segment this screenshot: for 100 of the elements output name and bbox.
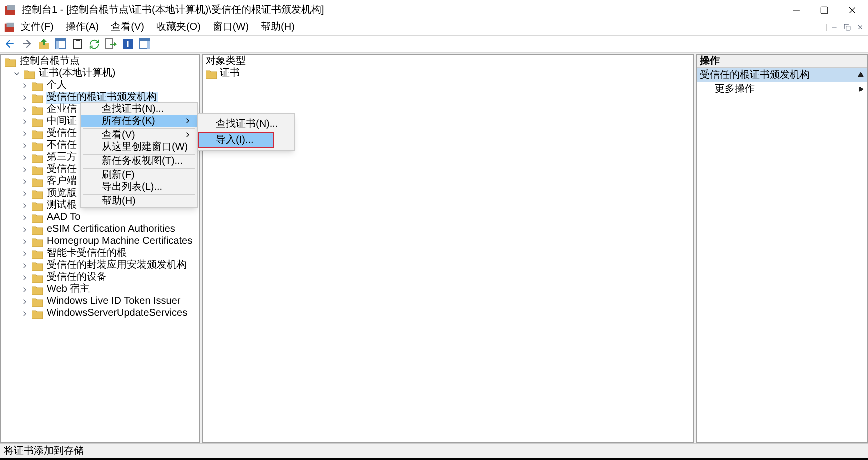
tree-item[interactable]: 不信任: [46, 140, 78, 152]
folder-icon: [32, 82, 43, 90]
list-item[interactable]: 证书: [220, 68, 240, 80]
tree-item[interactable]: 受信任的封装应用安装颁发机构: [46, 260, 188, 272]
back-icon[interactable]: [4, 38, 16, 50]
folder-icon: [32, 190, 43, 198]
folder-icon: [32, 286, 43, 294]
folder-icon: [32, 94, 43, 102]
expand-icon[interactable]: [21, 298, 29, 306]
folder-icon: [5, 58, 16, 66]
tree-item[interactable]: 企业信: [46, 104, 78, 116]
tree-item[interactable]: 测试根: [46, 200, 78, 212]
folder-icon: [32, 154, 43, 162]
tree-pane-icon[interactable]: [55, 38, 67, 50]
window-title: 控制台1 - [控制台根节点\证书(本地计算机)\受信任的根证书颁发机构]: [22, 4, 324, 18]
maximize-icon[interactable]: [820, 6, 829, 14]
status-text: 将证书添加到存储: [4, 444, 84, 458]
folder-icon: [32, 178, 43, 186]
collapse-icon[interactable]: [858, 72, 864, 78]
expand-icon[interactable]: [21, 274, 29, 282]
tree-item[interactable]: 中间证: [46, 116, 78, 128]
folder-icon: [32, 226, 43, 234]
folder-icon: [32, 274, 43, 282]
column-header: 对象类型: [206, 56, 247, 68]
menu-item[interactable]: 查看(V): [81, 129, 197, 141]
tree-item[interactable]: 个人: [46, 80, 68, 92]
clipboard-icon[interactable]: [72, 38, 84, 50]
menu-item[interactable]: 收藏夹(O): [156, 20, 201, 35]
tree-item[interactable]: 受信任的设备: [46, 272, 108, 284]
action-pane-icon[interactable]: [139, 38, 151, 50]
expand-icon[interactable]: [21, 118, 29, 126]
expand-icon[interactable]: [21, 94, 29, 102]
tree-item[interactable]: 控制台根节点: [19, 56, 81, 68]
collapse-icon[interactable]: [13, 70, 21, 78]
folder-icon: [32, 250, 43, 258]
folder-icon: [32, 106, 43, 114]
up-folder-icon[interactable]: [38, 38, 50, 50]
tree-item[interactable]: Web 宿主: [46, 284, 92, 296]
forward-icon[interactable]: [21, 38, 33, 50]
close-icon[interactable]: [847, 4, 858, 16]
folder-icon: [32, 142, 43, 150]
expand-icon[interactable]: [21, 130, 29, 138]
expand-icon[interactable]: [21, 310, 29, 318]
tree-item[interactable]: 证书(本地计算机): [38, 68, 117, 80]
menu-item[interactable]: 查找证书(N)...: [81, 103, 197, 115]
restore-icon[interactable]: [844, 24, 851, 31]
menu-item[interactable]: 操作(A): [66, 20, 100, 35]
folder-icon: [32, 214, 43, 222]
expand-icon[interactable]: [21, 250, 29, 258]
help-icon[interactable]: [122, 38, 134, 50]
expand-icon[interactable]: [21, 214, 29, 222]
menu-item[interactable]: 从这里创建窗口(W): [81, 141, 197, 153]
tree-item[interactable]: 第三方: [46, 152, 78, 164]
menu-item[interactable]: 导出列表(L)...: [81, 181, 197, 193]
folder-icon: [32, 310, 43, 318]
folder-icon: [32, 166, 43, 174]
tree-item[interactable]: AAD To: [46, 212, 82, 224]
menu-item[interactable]: 查找证书(N)...: [198, 116, 294, 132]
expand-icon[interactable]: [21, 82, 29, 90]
expand-icon[interactable]: [21, 106, 29, 114]
tree-item[interactable]: WindowsServerUpdateServices: [46, 308, 189, 320]
expand-icon[interactable]: [21, 154, 29, 162]
expand-icon[interactable]: [21, 238, 29, 246]
tree-item[interactable]: 智能卡受信任的根: [46, 248, 128, 260]
menu-item[interactable]: 导入(I)...: [198, 132, 274, 148]
tree-item[interactable]: Homegroup Machine Certificates: [46, 236, 194, 248]
menu-item[interactable]: 文件(F): [21, 20, 54, 35]
expand-icon[interactable]: [21, 286, 29, 294]
folder-icon: [32, 262, 43, 270]
expand-icon[interactable]: [21, 226, 29, 234]
tree-item[interactable]: Windows Live ID Token Issuer: [46, 296, 182, 308]
menu-item[interactable]: 查看(V): [111, 20, 144, 35]
menu-item[interactable]: 帮助(H): [81, 195, 197, 207]
expand-icon[interactable]: [21, 262, 29, 270]
expand-icon[interactable]: [21, 190, 29, 198]
app-icon: [4, 4, 16, 16]
folder-icon: [32, 202, 43, 210]
menu-item[interactable]: 帮助(H): [261, 20, 295, 35]
action-link[interactable]: 更多操作: [697, 82, 867, 96]
app-icon[interactable]: [4, 22, 15, 33]
folder-icon: [206, 70, 217, 78]
section-title: 受信任的根证书颁发机构: [700, 68, 810, 82]
menu-item[interactable]: 所有任务(K): [81, 115, 197, 127]
tree-item[interactable]: 受信任: [46, 128, 78, 140]
folder-icon: [32, 238, 43, 246]
menu-item[interactable]: 新任务板视图(T)...: [81, 155, 197, 167]
folder-icon: [24, 70, 35, 78]
expand-icon[interactable]: [21, 202, 29, 210]
export-icon[interactable]: [105, 38, 117, 50]
refresh-icon[interactable]: [89, 38, 100, 50]
menu-item[interactable]: 窗口(W): [212, 20, 250, 35]
section-header[interactable]: 受信任的根证书颁发机构: [697, 68, 867, 82]
expand-icon[interactable]: [21, 178, 29, 186]
tree-item[interactable]: 预览版: [46, 188, 78, 200]
expand-icon[interactable]: [21, 166, 29, 174]
menu-item[interactable]: 刷新(F): [81, 169, 197, 181]
tree-item[interactable]: 客户端: [46, 176, 78, 188]
tree-item[interactable]: eSIM Certification Authorities: [46, 224, 176, 236]
expand-icon[interactable]: [21, 142, 29, 150]
tree-item[interactable]: 受信任: [46, 164, 78, 176]
